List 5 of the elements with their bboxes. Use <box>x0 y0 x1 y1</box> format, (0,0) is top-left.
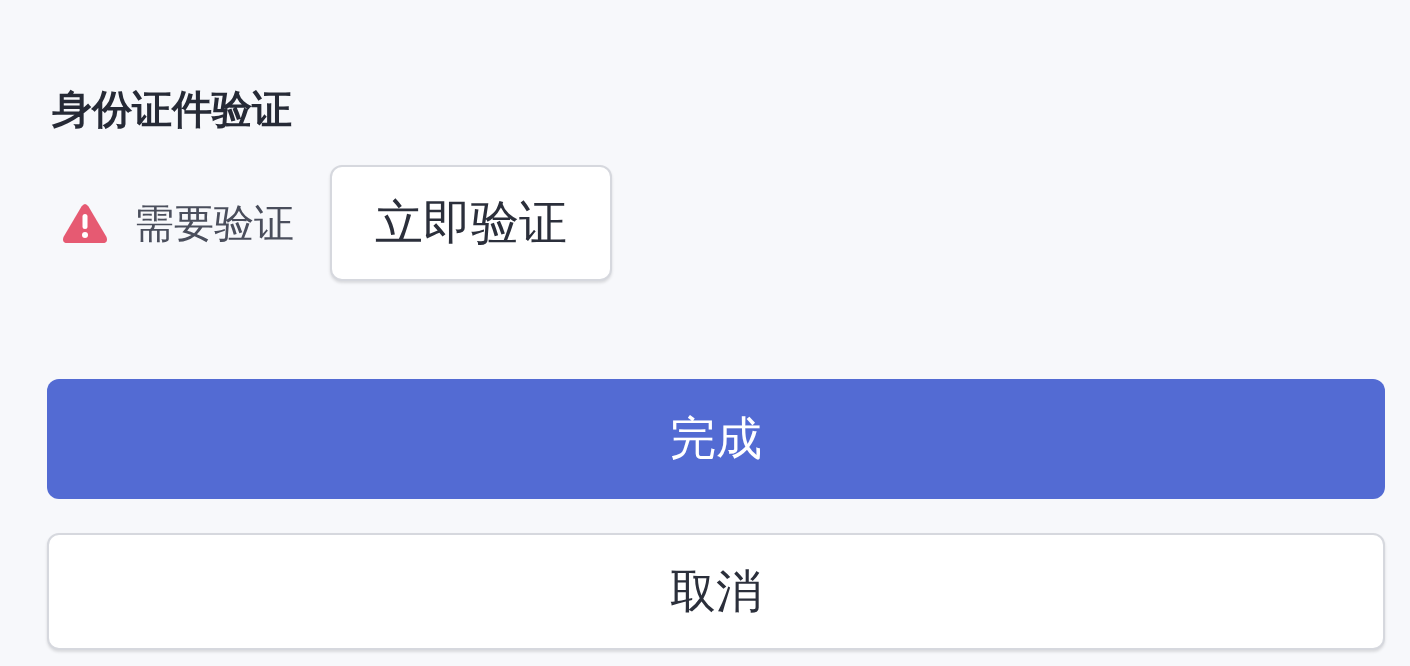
cancel-button[interactable]: 取消 <box>47 533 1385 650</box>
status-text: 需要验证 <box>134 199 294 248</box>
section-title: 身份证件验证 <box>52 85 292 134</box>
verify-now-button[interactable]: 立即验证 <box>330 165 612 281</box>
done-button[interactable]: 完成 <box>47 379 1385 499</box>
